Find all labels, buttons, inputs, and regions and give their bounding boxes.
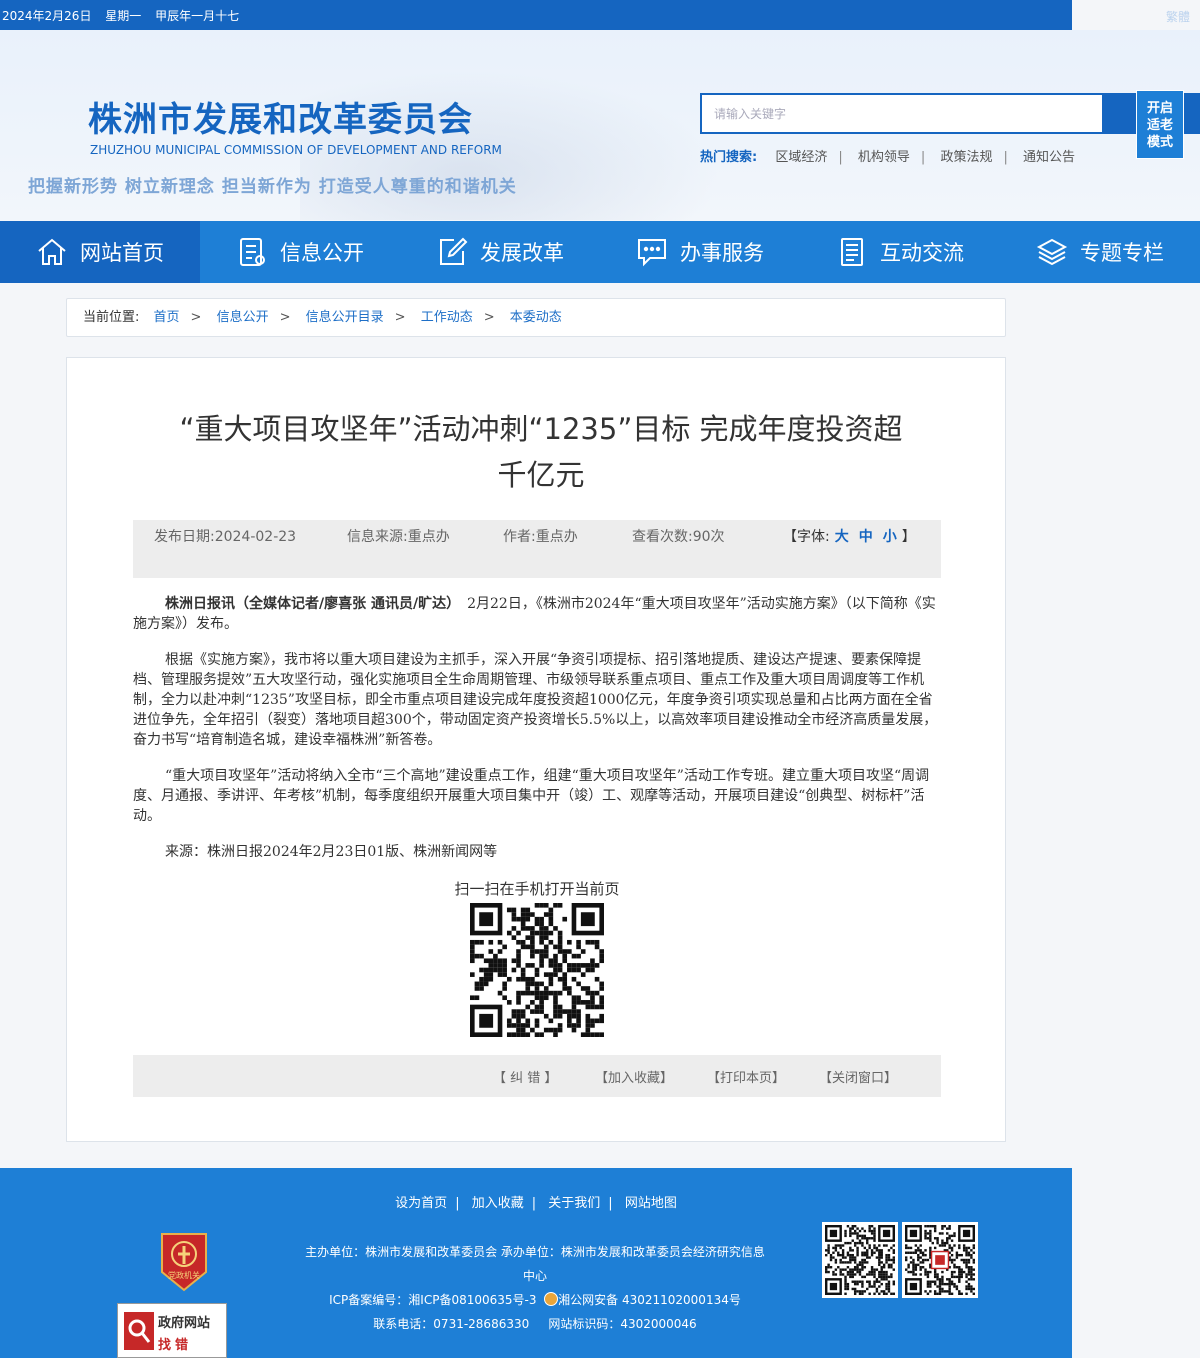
font-size-control: 【字体: 大中小】: [783, 529, 916, 545]
badge-text: 党政机关: [168, 1270, 200, 1280]
footer-link[interactable]: 设为首页: [395, 1196, 447, 1211]
nav-item-label: 发展改革: [480, 241, 564, 265]
lunar-date-text: 甲辰年一月十七: [155, 9, 240, 23]
article-title: “重大项目攻坚年”活动冲刺“1235”目标 完成年度投资超 千亿元: [179, 412, 903, 492]
footer-link[interactable]: 关于我们: [548, 1196, 600, 1211]
hot-search-item[interactable]: 区域经济: [775, 150, 827, 165]
chat-icon: [638, 239, 666, 267]
article-paragraph: “重大项目攻坚年”活动将纳入全市“三个高地”建设重点工作，组建“重大项目攻坚年”…: [133, 768, 930, 824]
breadcrumb-link[interactable]: 工作动态: [421, 310, 473, 325]
article-paragraph: 根据《实施方案》，我市将以重大项目建设为主抓手，深入开展“争资引项提标、招引落地…: [133, 652, 938, 748]
qr-caption: 扫一扫在手机打开当前页: [454, 880, 620, 898]
host-info: 主办单位：株洲市发展和改革委员会 承办单位：株洲市发展和改革委员会经济研究信息中…: [305, 1245, 765, 1283]
nav-item-label: 办事服务: [680, 241, 764, 265]
site-slogan: 把握新形势 树立新理念 担当新作为 打造受人尊重的和谐机关: [28, 177, 517, 197]
publish-date: 发布日期:2024-02-23: [154, 529, 297, 545]
nav-item-development-reform[interactable]: 发展改革: [400, 221, 600, 283]
add-favorite-button[interactable]: 【加入收藏】: [595, 1067, 673, 1086]
article-body: 株洲日报讯（全媒体记者/廖喜张 通讯员/旷达） 2月22日，《株洲市2024年“…: [133, 594, 941, 878]
police-badge-icon: [544, 1292, 559, 1306]
info-source: 信息来源:重点办: [347, 529, 450, 545]
magnifier-icon: [124, 1312, 154, 1350]
article-lead: 株洲日报讯（全媒体记者/廖喜张 通讯员/旷达）: [165, 596, 454, 612]
nav-item-label: 网站首页: [80, 241, 164, 265]
top-bar: 2024年2月26日 星期一 甲辰年一月十七: [0, 0, 1072, 30]
site-title-english: ZHUZHOU MUNICIPAL COMMISSION OF DEVELOPM…: [90, 143, 502, 157]
font-size-medium[interactable]: 中: [859, 529, 873, 545]
print-page-button[interactable]: 【打印本页】: [707, 1067, 785, 1086]
nav-item-special-topics[interactable]: 专题专栏: [1000, 221, 1200, 283]
breadcrumb-link[interactable]: 本委动态: [510, 310, 562, 325]
date-text: 2024年2月26日: [2, 9, 92, 23]
view-count: 查看次数:90次: [632, 529, 725, 545]
report-error-button[interactable]: 【 纠 错 】: [493, 1067, 557, 1086]
nav-item-label: 互动交流: [880, 241, 964, 265]
article-paragraph: 株洲日报讯（全媒体记者/廖喜张 通讯员/旷达） 2月22日，《株洲市2024年“…: [133, 596, 936, 632]
nav-item-label: 信息公开: [280, 241, 364, 265]
hot-search-item[interactable]: 政策法规: [940, 150, 992, 165]
site-footer: 设为首页 | 加入收藏 | 关于我们 | 网站地图 党政机关 主办单位：株洲市发展和改…: [0, 1168, 1072, 1358]
font-size-small[interactable]: 小: [883, 529, 897, 545]
elder-mode-button[interactable]: 开启 适老 模式: [1136, 90, 1184, 159]
footer-qr-code-app: [902, 1222, 978, 1298]
breadcrumb-link[interactable]: 首页: [154, 310, 180, 325]
article-actions: 【 纠 错 】 【加入收藏】 【打印本页】 【关闭窗口】: [133, 1055, 941, 1097]
hot-search-label: 热门搜索:: [700, 150, 758, 165]
qr-code-icon: [905, 1225, 975, 1295]
hot-search-item[interactable]: 机构领导: [858, 150, 910, 165]
article-meta: 发布日期:2024-02-23 信息来源:重点办 作者:重点办 查看次数:90次…: [133, 520, 941, 578]
font-size-large[interactable]: 大: [835, 529, 849, 545]
close-window-button[interactable]: 【关闭窗口】: [819, 1067, 897, 1086]
breadcrumb-link[interactable]: 信息公开目录: [306, 310, 384, 325]
author: 作者:重点办: [503, 529, 578, 545]
home-icon: [38, 238, 66, 265]
article-panel: “重大项目攻坚年”活动冲刺“1235”目标 完成年度投资超 千亿元 发布日期:2…: [66, 357, 1006, 1142]
search-input[interactable]: [714, 103, 1084, 125]
footer-links: 设为首页 | 加入收藏 | 关于我们 | 网站地图: [395, 1196, 677, 1211]
hot-search: 热门搜索: 区域经济 | 机构领导 | 政策法规 | 通知公告: [700, 150, 1075, 165]
footer-link[interactable]: 网站地图: [625, 1196, 677, 1211]
main-nav: 网站首页 信息公开 发展改革 办事服务 互动交流 专题专栏: [0, 221, 1200, 283]
weekday-text: 星期一: [105, 9, 142, 23]
icp-info: ICP备案编号：湘ICP备08100635号-3 湘公网安备 430211020…: [329, 1292, 741, 1307]
breadcrumb-label: 当前位置:: [83, 310, 140, 325]
site-header: 株洲市发展和改革委员会 ZHUZHOU MUNICIPAL COMMISSION…: [0, 30, 1200, 221]
footer-qr-code: [822, 1222, 898, 1298]
qr-code: [470, 903, 604, 1037]
breadcrumb: 当前位置: 首页 > 信息公开 > 信息公开目录 > 工作动态 > 本委动态: [66, 298, 1006, 337]
article-source-note: 来源：株洲日报2024年2月23日01版、株洲新闻网等: [165, 844, 498, 860]
footer-info: 主办单位：株洲市发展和改革委员会 承办单位：株洲市发展和改革委员会经济研究信息中…: [300, 1240, 770, 1336]
nav-item-home[interactable]: 网站首页: [0, 221, 200, 283]
nav-item-label: 专题专栏: [1080, 241, 1164, 265]
search-box: [700, 93, 1104, 134]
file-text-icon: [841, 238, 863, 266]
qr-code-icon: [825, 1225, 895, 1295]
nav-item-interaction[interactable]: 互动交流: [800, 221, 1000, 283]
page-margin: [1072, 1168, 1200, 1358]
edit-icon: [440, 237, 468, 265]
layers-icon: [1036, 238, 1068, 266]
contact-info: 联系电话：0731-28686330 网站标识码：4302000046: [373, 1317, 697, 1331]
footer-link[interactable]: 加入收藏: [472, 1196, 524, 1211]
breadcrumb-link[interactable]: 信息公开: [217, 310, 269, 325]
site-title: 株洲市发展和改革委员会: [88, 100, 473, 140]
gov-site-error-report-button[interactable]: 政府网站 找错: [117, 1303, 227, 1358]
party-government-badge-icon: 党政机关: [161, 1233, 207, 1292]
hot-search-item[interactable]: 通知公告: [1023, 150, 1075, 165]
traditional-chinese-link[interactable]: 繁體: [1166, 8, 1190, 25]
document-list-icon: [240, 238, 265, 266]
nav-item-info-public[interactable]: 信息公开: [200, 221, 400, 283]
nav-item-services[interactable]: 办事服务: [600, 221, 800, 283]
